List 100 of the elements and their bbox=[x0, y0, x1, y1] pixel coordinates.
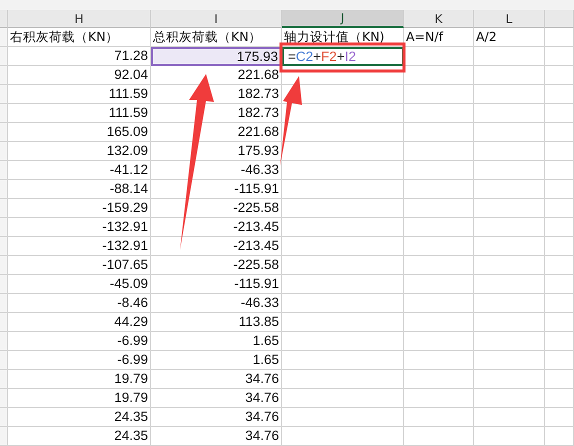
table-cell bbox=[474, 275, 545, 294]
table-cell bbox=[474, 389, 545, 408]
table-cell bbox=[404, 294, 474, 313]
table-cell: -213.45 bbox=[151, 237, 282, 256]
table-cell bbox=[474, 427, 545, 446]
table-cell bbox=[545, 313, 574, 332]
table-cell bbox=[474, 161, 545, 180]
table-cell bbox=[404, 370, 474, 389]
table-cell bbox=[474, 123, 545, 142]
table-cell: 右积灰荷载（KN） bbox=[8, 28, 151, 47]
table-cell bbox=[545, 275, 574, 294]
table-cell: A/2 bbox=[474, 28, 545, 47]
table-cell: -132.91 bbox=[8, 237, 151, 256]
table-cell bbox=[545, 408, 574, 427]
table-cell bbox=[545, 28, 574, 47]
table-cell bbox=[474, 104, 545, 123]
table-cell bbox=[474, 66, 545, 85]
table-cell bbox=[474, 199, 545, 218]
table-cell: 44.29 bbox=[8, 313, 151, 332]
column-header[interactable] bbox=[545, 10, 574, 28]
table-cell bbox=[474, 370, 545, 389]
table-cell bbox=[474, 218, 545, 237]
table-cell: 19.79 bbox=[8, 370, 151, 389]
column-header[interactable]: I bbox=[151, 10, 282, 28]
table-cell bbox=[404, 47, 474, 66]
table-cell: -88.14 bbox=[8, 180, 151, 199]
formula-input[interactable]: =C2+F2+I2 bbox=[282, 47, 404, 66]
table-cell bbox=[545, 427, 574, 446]
table-cell bbox=[545, 332, 574, 351]
table-cell bbox=[474, 142, 545, 161]
table-cell bbox=[404, 85, 474, 104]
table-cell bbox=[545, 47, 574, 66]
table-cell bbox=[474, 332, 545, 351]
table-cell: 113.85 bbox=[151, 313, 282, 332]
table-cell: 34.76 bbox=[151, 408, 282, 427]
table-cell: -46.33 bbox=[151, 294, 282, 313]
table-cell bbox=[404, 161, 474, 180]
column-header[interactable]: K bbox=[404, 10, 474, 28]
table-cell bbox=[545, 66, 574, 85]
table-cell: -107.65 bbox=[8, 256, 151, 275]
table-cell: 132.09 bbox=[8, 142, 151, 161]
table-cell bbox=[545, 237, 574, 256]
table-cell bbox=[404, 256, 474, 275]
table-cell: -41.12 bbox=[8, 161, 151, 180]
table-cell: 34.76 bbox=[151, 427, 282, 446]
table-cell bbox=[404, 142, 474, 161]
table-cell bbox=[545, 142, 574, 161]
table-cell bbox=[404, 313, 474, 332]
table-cell bbox=[474, 237, 545, 256]
table-cell bbox=[545, 294, 574, 313]
table-cell bbox=[404, 104, 474, 123]
table-cell: -8.46 bbox=[8, 294, 151, 313]
column-header[interactable]: J bbox=[282, 10, 404, 28]
table-cell bbox=[404, 427, 474, 446]
table-cell bbox=[545, 85, 574, 104]
table-cell: -45.09 bbox=[8, 275, 151, 294]
table-cell bbox=[545, 389, 574, 408]
table-cell bbox=[404, 332, 474, 351]
table-cell bbox=[404, 275, 474, 294]
table-cell bbox=[404, 408, 474, 427]
table-cell: A=N/f bbox=[404, 28, 474, 47]
table-cell: 111.59 bbox=[8, 104, 151, 123]
table-cell bbox=[545, 161, 574, 180]
table-cell bbox=[474, 294, 545, 313]
table-cell bbox=[404, 180, 474, 199]
table-cell bbox=[404, 351, 474, 370]
table-cell: 轴力设计值（KN) bbox=[282, 28, 404, 47]
table-cell: 24.35 bbox=[8, 408, 151, 427]
table-cell: -225.58 bbox=[151, 256, 282, 275]
table-cell bbox=[545, 104, 574, 123]
table-cell bbox=[474, 85, 545, 104]
table-cell bbox=[545, 180, 574, 199]
table-cell: -6.99 bbox=[8, 332, 151, 351]
table-cell bbox=[404, 218, 474, 237]
table-cell bbox=[545, 351, 574, 370]
table-cell bbox=[404, 66, 474, 85]
table-cell: 165.09 bbox=[8, 123, 151, 142]
table-cell: 175.93 bbox=[151, 47, 282, 66]
table-cell bbox=[404, 199, 474, 218]
column-header[interactable]: L bbox=[474, 10, 545, 28]
table-cell bbox=[545, 199, 574, 218]
table-cell bbox=[474, 351, 545, 370]
table-cell bbox=[404, 237, 474, 256]
table-cell: -159.29 bbox=[8, 199, 151, 218]
table-cell: -115.91 bbox=[151, 275, 282, 294]
table-cell bbox=[545, 370, 574, 389]
table-cell: 111.59 bbox=[8, 85, 151, 104]
table-cell: 1.65 bbox=[151, 351, 282, 370]
column-header[interactable]: H bbox=[8, 10, 151, 28]
table-cell bbox=[474, 47, 545, 66]
table-cell: 34.76 bbox=[151, 370, 282, 389]
table-cell: 34.76 bbox=[151, 389, 282, 408]
table-cell bbox=[545, 256, 574, 275]
column-header[interactable] bbox=[0, 10, 8, 28]
table-cell bbox=[404, 123, 474, 142]
table-cell: 24.35 bbox=[8, 427, 151, 446]
table-cell: 19.79 bbox=[8, 389, 151, 408]
table-cell bbox=[474, 408, 545, 427]
table-cell: 92.04 bbox=[8, 66, 151, 85]
table-cell bbox=[404, 389, 474, 408]
